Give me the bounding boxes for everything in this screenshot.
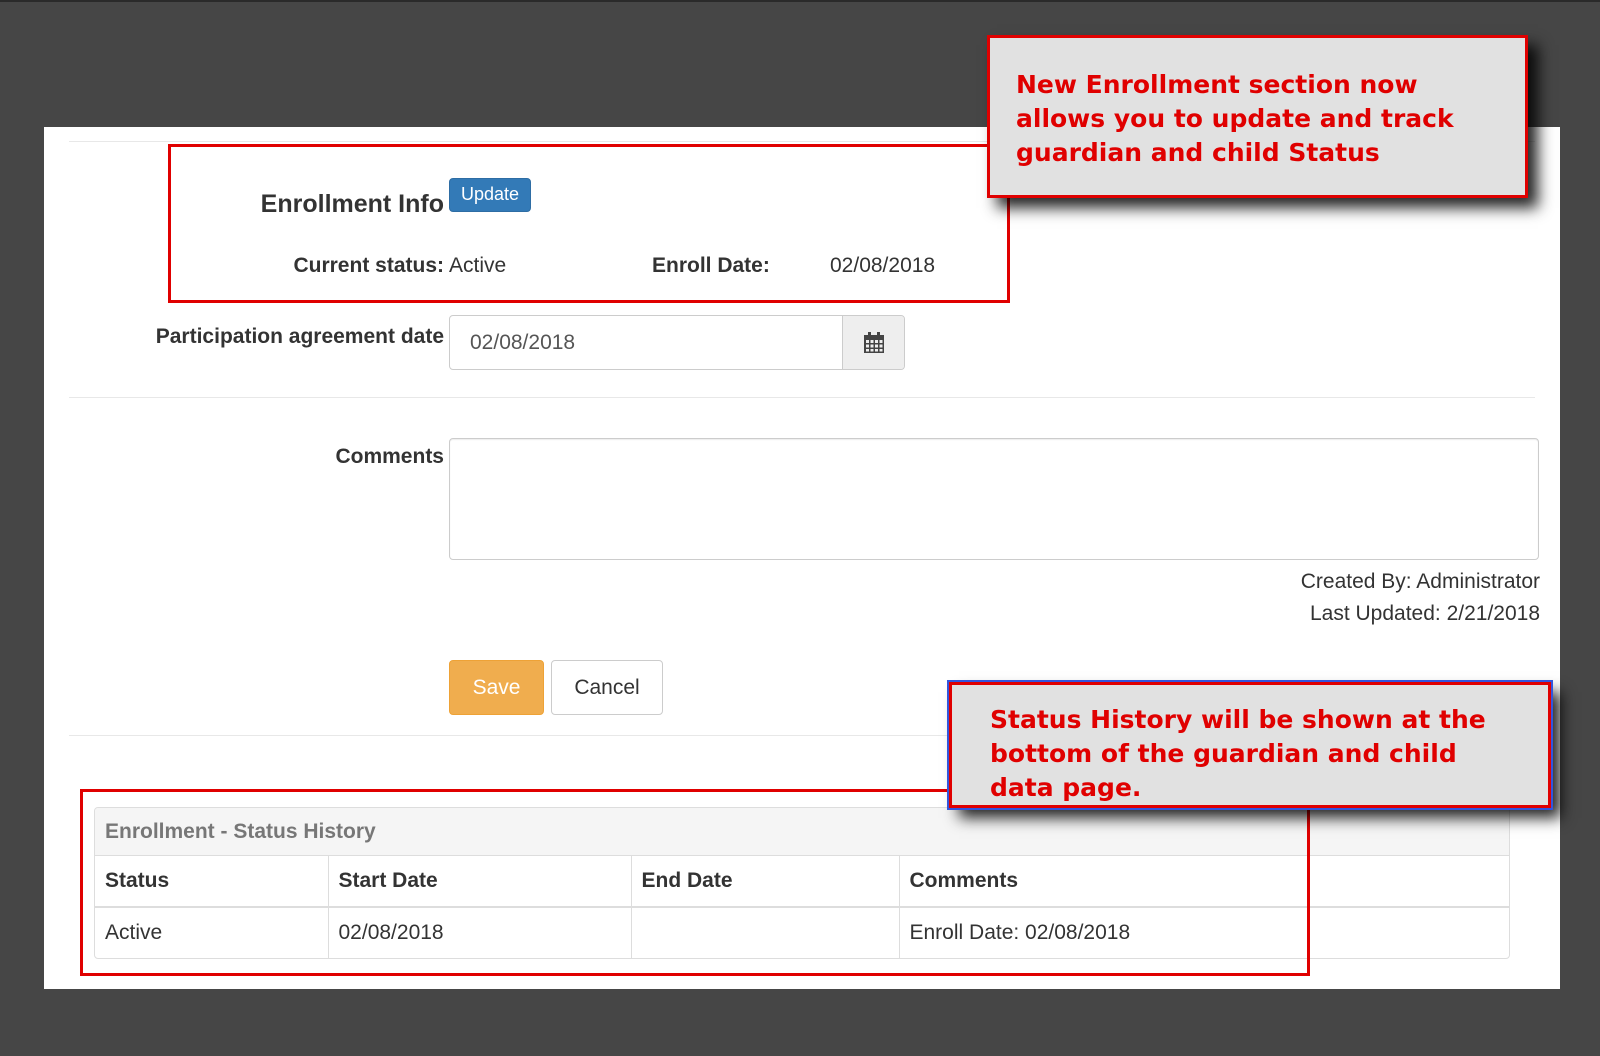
last-updated: Last Updated: 2/21/2018 <box>1309 602 1540 625</box>
calendar-button[interactable] <box>842 316 904 369</box>
comments-textarea[interactable] <box>449 438 1539 560</box>
enrollment-callout: New Enrollment section now allows you to… <box>987 35 1528 198</box>
status-history-panel: Enrollment - Status History Status Start… <box>94 807 1510 959</box>
current-status-value: Active <box>449 254 507 277</box>
column-header-end-date: End Date <box>631 856 900 908</box>
cell-end-date <box>631 907 900 958</box>
column-header-comments: Comments <box>899 856 1509 908</box>
current-status-label: Current status: <box>293 254 444 277</box>
column-header-status: Status <box>95 856 329 908</box>
table-header-row: Status Start Date End Date Comments <box>95 856 1509 908</box>
divider <box>69 397 1535 398</box>
column-header-start-date: Start Date <box>328 856 632 908</box>
participation-date-label: Participation agreement date <box>155 325 444 348</box>
enrollment-panel: Enrollment Info Update Current status: A… <box>44 127 1560 989</box>
created-by: Created By: Administrator <box>1300 570 1540 593</box>
update-button[interactable]: Update <box>449 178 531 212</box>
cell-status: Active <box>95 907 329 958</box>
calendar-icon <box>863 331 884 353</box>
enroll-date-label: Enroll Date: <box>652 254 770 277</box>
enrollment-title: Enrollment Info <box>260 190 444 218</box>
enroll-date-value: 02/08/2018 <box>830 254 936 277</box>
status-history-table: Status Start Date End Date Comments Acti… <box>95 856 1509 958</box>
cell-start-date: 02/08/2018 <box>328 907 632 958</box>
status-history-title: Enrollment - Status History <box>95 808 1509 856</box>
save-button[interactable]: Save <box>449 660 544 715</box>
participation-date-field: 02/08/2018 <box>449 315 905 370</box>
cell-comments: Enroll Date: 02/08/2018 <box>909 921 1131 944</box>
table-row: Active 02/08/2018 Enroll Date: 02/08/201… <box>95 907 1509 958</box>
participation-date-input[interactable]: 02/08/2018 <box>450 316 842 369</box>
comments-label: Comments <box>335 445 444 468</box>
history-callout: Status History will be shown at the bott… <box>947 680 1553 810</box>
cancel-button[interactable]: Cancel <box>551 660 663 715</box>
